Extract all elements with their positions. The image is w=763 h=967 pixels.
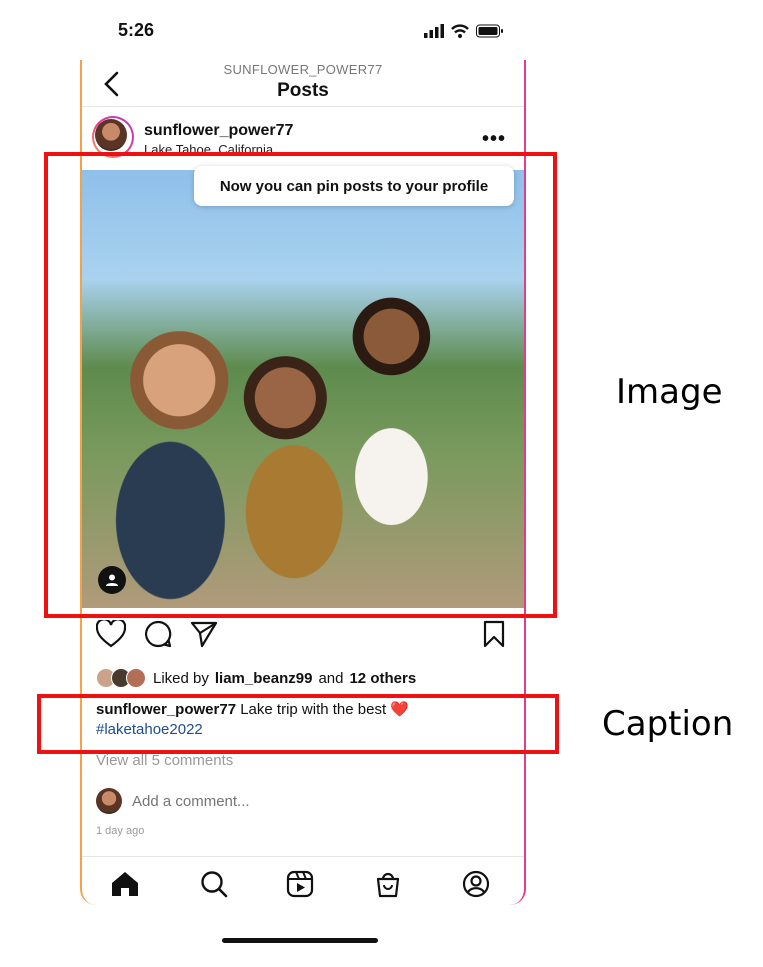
liked-by[interactable]: Liked by liam_beanz99 and 12 others	[96, 668, 416, 688]
battery-icon	[476, 24, 503, 38]
wifi-icon	[451, 24, 469, 38]
liker-avatars	[96, 668, 146, 688]
home-indicator[interactable]	[222, 938, 378, 943]
tab-bar-divider	[82, 856, 524, 857]
caption-highlight-box	[37, 694, 559, 754]
comment-avatar	[96, 788, 122, 814]
caption-label: Caption	[602, 704, 734, 744]
header-divider	[82, 106, 524, 107]
status-icons	[424, 24, 504, 38]
status-time: 5:26	[118, 20, 155, 40]
view-comments-link[interactable]: View all 5 comments	[96, 752, 233, 769]
liked-prefix: Liked by	[153, 669, 209, 687]
search-icon[interactable]	[200, 870, 228, 898]
liked-and: and	[318, 669, 344, 687]
shop-icon[interactable]	[374, 870, 402, 898]
liked-others[interactable]: 12 others	[349, 670, 416, 687]
reels-icon[interactable]	[286, 870, 314, 898]
header-username: SUNFLOWER_POWER77	[223, 62, 383, 77]
image-highlight-box	[44, 152, 557, 618]
signal-icon	[424, 24, 444, 38]
comment-input[interactable]	[130, 791, 434, 811]
post-actions	[82, 620, 524, 652]
heart-icon[interactable]	[96, 620, 126, 648]
post-username[interactable]: sunflower_power77	[144, 122, 293, 140]
home-icon[interactable]	[110, 870, 140, 898]
post-timestamp: 1 day ago	[96, 825, 145, 837]
image-label: Image	[616, 372, 723, 412]
bookmark-icon[interactable]	[482, 620, 506, 648]
more-icon[interactable]: •••	[482, 128, 506, 151]
comment-icon[interactable]	[144, 620, 172, 648]
page-title: Posts	[277, 80, 329, 101]
send-icon[interactable]	[190, 620, 218, 648]
profile-icon[interactable]	[462, 870, 490, 898]
liked-user[interactable]: liam_beanz99	[215, 670, 313, 687]
add-comment-row	[96, 788, 434, 814]
